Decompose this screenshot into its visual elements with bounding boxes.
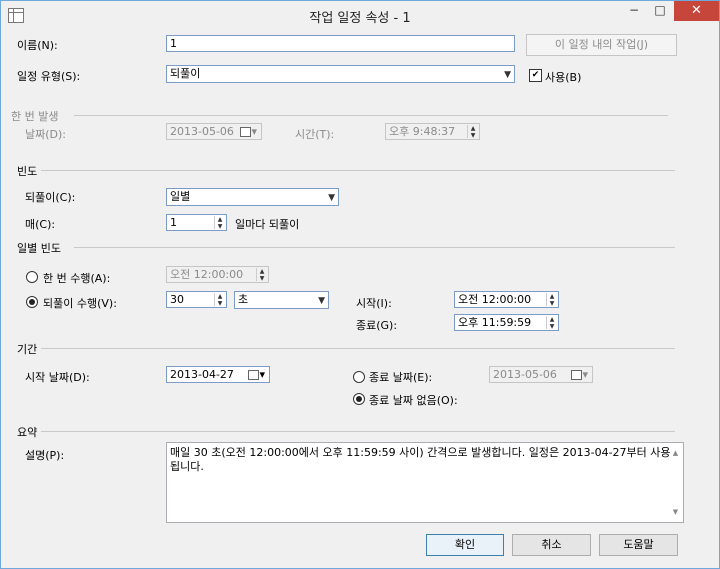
every-radio[interactable] [26,296,38,308]
calendar-dropdown-icon: ▾ [571,368,588,381]
end-date-picker[interactable]: 2013-05-06 ▾ [489,366,593,383]
schedule-type-value: 되풀이 [170,67,201,80]
description-text: 매일 30 초(오전 12:00:00에서 오후 11:59:59 사이) 간격… [170,446,671,473]
end-date-value: 2013-05-06 [493,368,557,381]
enabled-checkbox[interactable]: ✔ [529,69,542,82]
spinner-arrows-icon[interactable]: ▲ ▼ [546,293,557,306]
spinner-arrows-icon[interactable]: ▲ ▼ [256,268,267,281]
scroll-down-icon[interactable]: ▼ [669,505,682,519]
end-date-label: 종료 날짜(E): [369,371,433,384]
divider [41,170,675,171]
chevron-down-icon: ▼ [328,193,335,203]
every-days-label: 매(C): [25,218,56,231]
once-section-title: 한 번 발생 [11,110,59,123]
once-date-picker[interactable]: 2013-05-06 ▾ [166,123,262,140]
chevron-down-icon: ▼ [504,70,511,80]
start-time-label: 시작(I): [356,297,392,310]
divider [41,348,675,349]
start-time-spinner[interactable]: 오전 12:00:00 ▲ ▼ [454,291,559,308]
every-radio-label: 되풀이 수행(V): [43,297,117,310]
once-time-value: 오후 9:48:37 [389,125,456,138]
divider [74,115,668,116]
occurs-value: 일별 [170,190,191,203]
spinner-arrows-icon[interactable]: ▲ ▼ [546,316,557,329]
description-label: 설명(P): [25,449,65,462]
start-date-label: 시작 날짜(D): [25,371,90,384]
once-date-label: 날짜(D): [25,128,66,141]
no-end-date-radio[interactable] [353,393,365,405]
end-time-spinner[interactable]: 오후 11:59:59 ▲ ▼ [454,314,559,331]
schedule-type-select[interactable]: 되풀이 ▼ [166,65,515,83]
spinner-arrows-icon[interactable]: ▲ ▼ [214,293,225,306]
start-time-value: 오전 12:00:00 [458,293,532,306]
calendar-dropdown-icon: ▾ [240,125,257,138]
close-button[interactable]: ✕ [674,1,719,21]
spinner-arrows-icon[interactable]: ▲ ▼ [214,216,225,229]
title-bar[interactable]: 작업 일정 속성 - 1 − □ ✕ [1,1,719,29]
occurs-select[interactable]: 일별 ▼ [166,188,339,206]
maximize-button[interactable]: □ [646,1,674,21]
every-days-value: 1 [170,216,177,229]
enabled-label: 사용(B) [545,71,582,84]
once-date-value: 2013-05-06 [170,125,234,138]
schedule-type-label: 일정 유형(S): [17,70,81,83]
end-date-radio[interactable] [353,371,365,383]
occurs-label: 되풀이(C): [25,191,76,204]
no-end-date-label: 종료 날짜 없음(O): [369,394,458,407]
start-date-value: 2013-04-27 [170,368,234,381]
divider [41,431,675,432]
cancel-button[interactable]: 취소 [512,534,591,556]
name-label: 이름(N): [17,39,58,52]
interval-value: 30 [170,293,184,306]
divider [74,247,675,248]
calendar-dropdown-icon[interactable]: ▾ [248,368,265,381]
every-days-spinner[interactable]: 1 ▲ ▼ [166,214,227,231]
window-title: 작업 일정 속성 - 1 [309,11,411,26]
spinner-arrows-icon[interactable]: ▲ ▼ [467,125,478,138]
end-time-label: 종료(G): [356,319,398,332]
help-button[interactable]: 도움말 [599,534,678,556]
name-value: 1 [170,37,177,50]
interval-spinner[interactable]: 30 ▲ ▼ [166,291,227,308]
daily-once-time-value: 오전 12:00:00 [170,268,244,281]
name-input[interactable]: 1 [166,35,515,52]
daily-once-time-spinner[interactable]: 오전 12:00:00 ▲ ▼ [166,266,269,283]
interval-unit-value: 초 [238,293,249,306]
summary-section-title: 요약 [17,426,38,439]
interval-unit-select[interactable]: 초 ▼ [234,291,329,309]
scrollbar[interactable]: ▲ ▼ [669,444,682,521]
description-textarea[interactable]: 매일 30 초(오전 12:00:00에서 오후 11:59:59 사이) 간격… [166,442,684,523]
every-days-suffix: 일마다 되풀이 [235,218,300,231]
duration-section-title: 기간 [17,343,38,356]
minimize-button[interactable]: − [620,1,648,21]
chevron-down-icon: ▼ [318,296,325,306]
end-time-value: 오후 11:59:59 [458,316,532,329]
frequency-section-title: 빈도 [17,165,38,178]
once-time-label: 시간(T): [295,128,335,141]
dialog-window: 작업 일정 속성 - 1 − □ ✕ 이름(N): 1 이 일정 내의 작업(J… [0,0,720,569]
ok-button[interactable]: 확인 [426,534,504,556]
once-radio-label: 한 번 수행(A): [43,272,111,285]
scroll-up-icon[interactable]: ▲ [669,446,682,460]
once-time-spinner[interactable]: 오후 9:48:37 ▲ ▼ [385,123,480,140]
jobs-in-schedule-button[interactable]: 이 일정 내의 작업(J) [526,34,677,56]
once-radio[interactable] [26,271,38,283]
daily-section-title: 일별 빈도 [17,242,61,255]
start-date-picker[interactable]: 2013-04-27 ▾ [166,366,270,383]
